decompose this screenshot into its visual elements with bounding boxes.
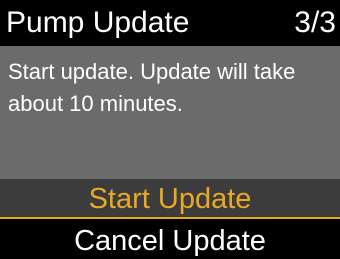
page-title: Pump Update [6,6,190,39]
cancel-update-button[interactable]: Cancel Update [0,221,340,259]
update-message: Start update. Update will take about 10 … [8,59,296,116]
pump-screen: Pump Update 3/3 Start update. Update wil… [0,0,340,259]
message-panel: Start update. Update will take about 10 … [0,46,340,179]
start-update-button[interactable]: Start Update [0,179,340,219]
header-bar: Pump Update 3/3 [0,0,340,46]
step-indicator: 3/3 [294,6,336,39]
